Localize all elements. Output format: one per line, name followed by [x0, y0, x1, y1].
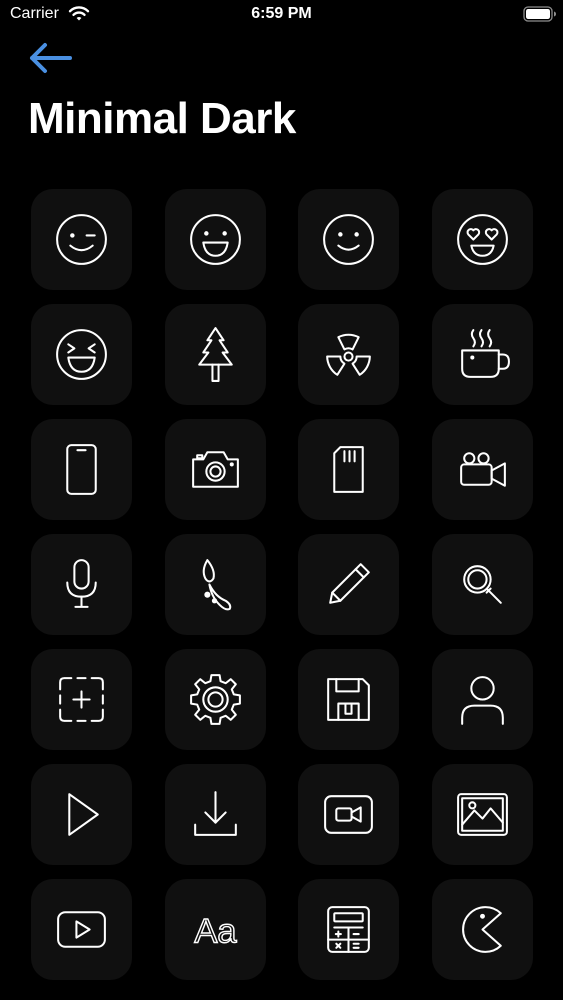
paint-brush-icon [202, 559, 232, 611]
clock: 6:59 PM [251, 5, 312, 22]
icon-tile-user[interactable] [432, 649, 533, 750]
icon-tile-phone[interactable] [31, 419, 132, 520]
icon-tile-radioactive[interactable] [298, 304, 399, 405]
icon-tile-youtube[interactable] [31, 879, 132, 980]
icon-tile-calculator[interactable] [298, 879, 399, 980]
search-icon [463, 565, 502, 604]
download-icon [194, 791, 237, 836]
youtube-icon [57, 911, 106, 948]
pacman-icon [462, 906, 502, 953]
pencil-icon [329, 563, 370, 604]
settings-gear-icon [190, 674, 241, 725]
icon-tile-settings-gear[interactable] [165, 649, 266, 750]
camera-icon [192, 451, 239, 488]
battery-icon [523, 6, 556, 22]
icon-tile-laughing-face[interactable] [31, 304, 132, 405]
icon-tile-pencil[interactable] [298, 534, 399, 635]
icon-tile-floppy-disk[interactable] [298, 649, 399, 750]
icon-tile-screenshot-add[interactable] [31, 649, 132, 750]
arrow-left-icon [30, 43, 72, 73]
video-call-icon [324, 795, 373, 834]
font-glyph: Aa [194, 913, 237, 951]
page-title: Minimal Dark [28, 94, 296, 143]
slight-smile-face-icon [323, 214, 374, 265]
tree-icon [198, 327, 233, 382]
icon-tile-smile-face[interactable] [165, 189, 266, 290]
icon-tile-video-call[interactable] [298, 764, 399, 865]
back-button[interactable] [28, 38, 74, 78]
calculator-icon [327, 906, 370, 953]
icon-tile-microphone[interactable] [31, 534, 132, 635]
icon-tile-camera[interactable] [165, 419, 266, 520]
icon-tile-image-gallery[interactable] [432, 764, 533, 865]
screenshot-add-icon [59, 677, 104, 722]
icon-tile-tree[interactable] [165, 304, 266, 405]
icon-tile-paint-brush[interactable] [165, 534, 266, 635]
play-icon [68, 793, 99, 836]
icon-tile-wink-face[interactable] [31, 189, 132, 290]
sd-card-icon [333, 446, 364, 493]
user-icon [461, 676, 504, 725]
phone-icon [66, 444, 97, 495]
font-icon: Aa [194, 912, 238, 951]
icon-tile-heart-eyes-face[interactable] [432, 189, 533, 290]
video-camera-icon [460, 452, 506, 487]
smile-face-icon [190, 214, 241, 265]
icon-tile-video-camera[interactable] [432, 419, 533, 520]
heart-eyes-face-icon [457, 214, 508, 265]
wink-face-icon [56, 214, 107, 265]
floppy-disk-icon [327, 678, 370, 721]
microphone-icon [66, 559, 97, 608]
icon-tile-play[interactable] [31, 764, 132, 865]
icon-tile-download[interactable] [165, 764, 266, 865]
icon-tile-slight-smile-face[interactable] [298, 189, 399, 290]
icon-tile-pacman[interactable] [432, 879, 533, 980]
coffee-cup-icon [461, 329, 510, 378]
radioactive-icon [326, 333, 371, 376]
icon-tile-search[interactable] [432, 534, 533, 635]
icon-tile-coffee-cup[interactable] [432, 304, 533, 405]
image-gallery-icon [457, 793, 508, 836]
status-bar: Carrier 6:59 PM [0, 0, 563, 30]
laughing-face-icon [56, 329, 107, 380]
icon-tile-sd-card[interactable] [298, 419, 399, 520]
icon-tile-font[interactable]: Aa [165, 879, 266, 980]
